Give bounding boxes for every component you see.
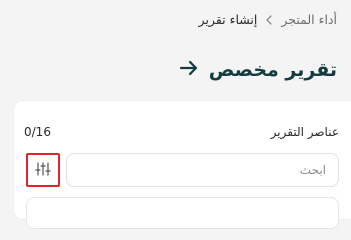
report-elements-title: عناصر التقرير: [270, 125, 339, 139]
search-row: [26, 153, 339, 187]
arrow-right-icon: [179, 60, 199, 80]
page-header: تقرير مخصص: [177, 56, 337, 84]
chevron-left-icon: [265, 15, 273, 25]
sliders-icon: [35, 161, 51, 180]
page: أداء المتجر إنشاء تقرير تقرير مخصص عناصر…: [0, 0, 351, 229]
breadcrumb-create-report: إنشاء تقرير: [198, 12, 258, 27]
report-elements-header: عناصر التقرير 0/16: [24, 124, 339, 140]
report-elements-counter: 0/16: [24, 125, 51, 139]
breadcrumb-store-performance[interactable]: أداء المتجر: [281, 12, 337, 28]
filter-button[interactable]: [26, 153, 60, 187]
breadcrumb: أداء المتجر إنشاء تقرير: [199, 12, 337, 28]
report-elements-card: عناصر التقرير 0/16: [13, 100, 351, 229]
page-title: تقرير مخصص: [208, 59, 337, 81]
back-button[interactable]: [177, 58, 201, 82]
search-input[interactable]: [66, 153, 339, 187]
report-element-item[interactable]: [26, 197, 339, 229]
